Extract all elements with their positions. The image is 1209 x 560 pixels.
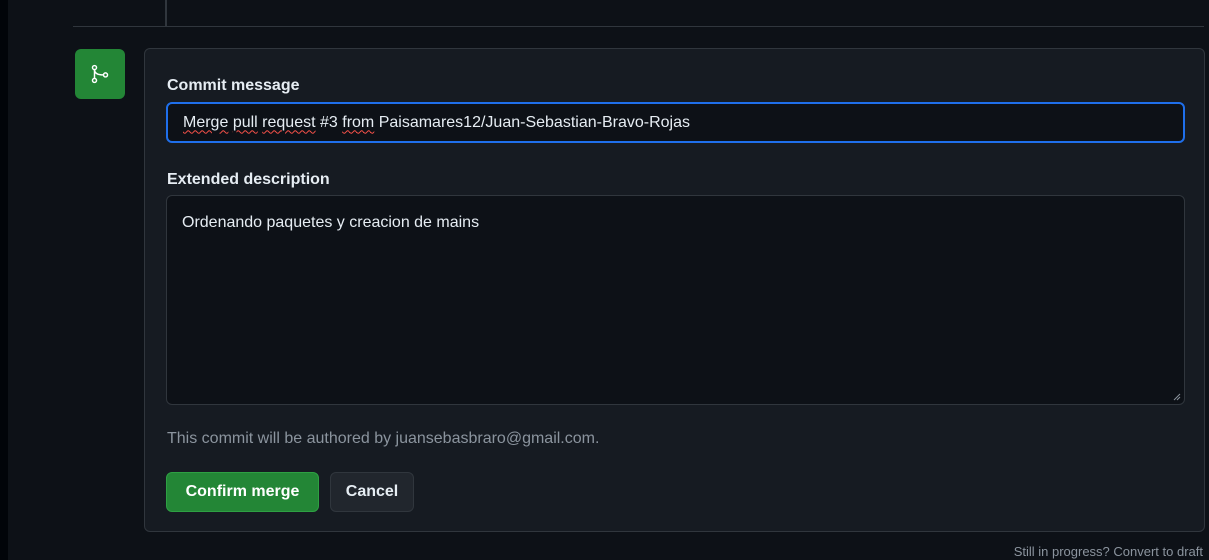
left-edge-strip bbox=[0, 0, 8, 560]
commit-word: from bbox=[342, 113, 375, 131]
git-merge-icon bbox=[91, 64, 109, 84]
author-note: This commit will be authored by juanseba… bbox=[167, 430, 600, 447]
top-divider bbox=[73, 26, 1204, 27]
commit-word: pull bbox=[232, 113, 258, 131]
confirm-merge-button[interactable]: Confirm merge bbox=[166, 472, 319, 512]
commit-word: Merge bbox=[183, 113, 229, 131]
commit-message-label: Commit message bbox=[167, 77, 300, 94]
convert-to-draft-link[interactable]: Still in progress? Convert to draft bbox=[1014, 544, 1203, 559]
commit-word: #3 bbox=[320, 113, 338, 131]
commit-message-input[interactable]: Merge pull request #3 from Paisamares12/… bbox=[166, 102, 1185, 143]
cancel-button[interactable]: Cancel bbox=[330, 472, 414, 512]
commit-word: Paisamares12/Juan-Sebastian-Bravo-Rojas bbox=[378, 113, 690, 131]
resize-handle-icon[interactable] bbox=[1173, 393, 1181, 401]
extended-description-textarea[interactable]: Ordenando paquetes y creacion de mains bbox=[166, 195, 1185, 405]
timeline-line bbox=[165, 0, 167, 26]
extended-description-label: Extended description bbox=[167, 171, 330, 188]
merge-pr-page: Commit message Merge pull request #3 fro… bbox=[0, 0, 1209, 560]
extended-description-text: Ordenando paquetes y creacion de mains bbox=[182, 214, 480, 231]
merge-form-card: Commit message Merge pull request #3 fro… bbox=[144, 48, 1205, 532]
commit-word: request bbox=[262, 113, 316, 131]
merge-badge bbox=[75, 49, 125, 99]
